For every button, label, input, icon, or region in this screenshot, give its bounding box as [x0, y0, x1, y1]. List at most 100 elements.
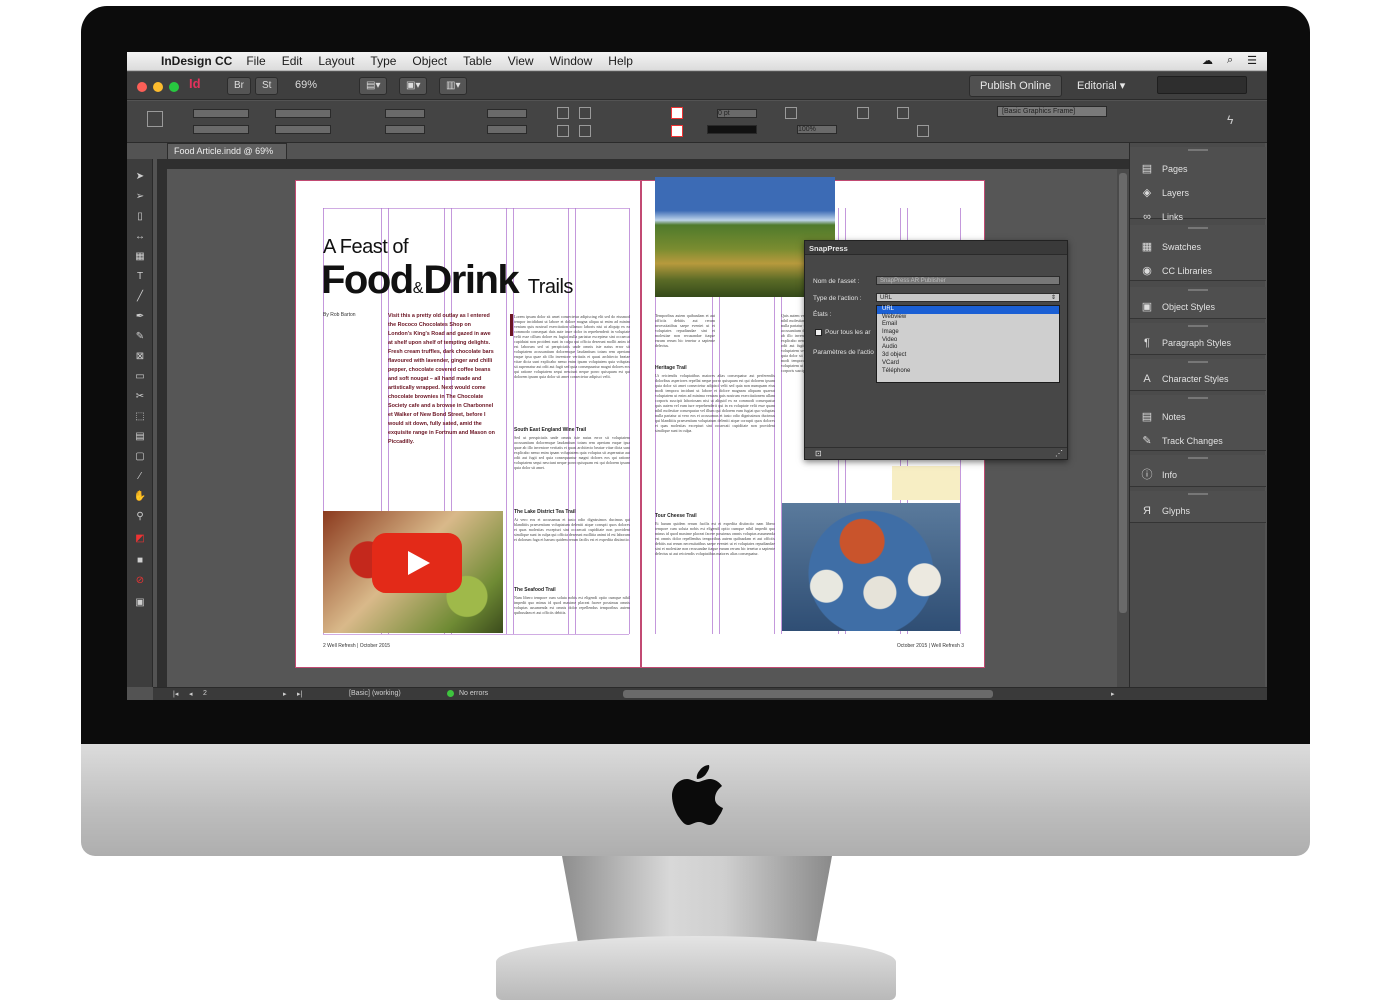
horizontal-ruler[interactable] — [167, 159, 1129, 169]
note-tool-icon[interactable]: ▢ — [133, 451, 147, 463]
panel-group-grip[interactable] — [1188, 457, 1208, 459]
body-text-column[interactable]: At vero eos et accusamus et iusto odio d… — [514, 517, 630, 583]
selection-tool-icon[interactable]: ➤ — [133, 171, 147, 183]
select-container-icon[interactable] — [557, 125, 569, 137]
panel-glyphs[interactable]: Я Glyphs — [1140, 503, 1190, 519]
panel-character-styles[interactable]: A Character Styles — [1140, 371, 1228, 387]
subhead-tea-trail[interactable]: The Lake District Tea Trail — [514, 509, 576, 515]
rotation-field[interactable] — [487, 109, 527, 118]
all-states-checkbox[interactable] — [815, 329, 822, 336]
action-type-select[interactable]: URL ⇕ — [876, 293, 1060, 302]
scroll-right-button[interactable]: ▸ — [1111, 690, 1115, 698]
left-page[interactable]: A Feast of Food&Drink Trails By Rob Bart… — [295, 180, 641, 668]
option-audio[interactable]: Audio — [877, 344, 1059, 352]
menu-edit[interactable]: Edit — [282, 54, 303, 68]
option-vcard[interactable]: VCard — [877, 360, 1059, 368]
intro-paragraph[interactable]: Visit this a pretty old outlay as I ente… — [388, 312, 496, 447]
body-text-column[interactable]: Ut reiciendis voluptatibus maiores alias… — [655, 373, 775, 513]
next-page-button[interactable]: ▸ — [283, 690, 287, 698]
menu-app-name[interactable]: InDesign CC — [161, 54, 232, 68]
asset-name-input[interactable]: SnapPress AR Publisher — [876, 276, 1060, 285]
publish-online-button[interactable]: Publish Online — [969, 75, 1062, 97]
panel-group-grip[interactable] — [1188, 289, 1208, 291]
last-page-button[interactable]: ▸| — [297, 690, 302, 698]
stock-button[interactable]: St — [255, 77, 279, 95]
panel-group-grip[interactable] — [1188, 325, 1208, 327]
text-wrap-icon[interactable] — [785, 107, 797, 119]
object-style-dropdown[interactable]: [Basic Graphics Frame] — [997, 106, 1107, 117]
panel-pages[interactable]: ▤ Pages — [1140, 161, 1188, 177]
workspace-switcher[interactable]: Editorial ▾ — [1077, 79, 1125, 92]
height-field[interactable] — [275, 125, 331, 134]
close-window-button[interactable] — [137, 82, 147, 92]
subhead-seafood-trail[interactable]: The Seafood Trail — [514, 587, 556, 593]
vertical-scrollbar[interactable] — [1117, 169, 1129, 687]
panel-cc-libraries[interactable]: ◉ CC Libraries — [1140, 263, 1212, 279]
stroke-type-field[interactable] — [707, 125, 757, 134]
reference-point-icon[interactable] — [147, 111, 163, 127]
seafood-image[interactable] — [782, 503, 960, 631]
y-position-field[interactable] — [193, 125, 249, 134]
arrange-documents-button[interactable]: ▥▾ — [439, 77, 468, 95]
stroke-weight-field[interactable]: 0 pt — [717, 109, 757, 118]
vertical-scroll-thumb[interactable] — [1119, 173, 1127, 613]
menu-table[interactable]: Table — [463, 54, 492, 68]
subhead-heritage-trail[interactable]: Heritage Trail — [655, 365, 687, 371]
body-text-column[interactable]: Nam libero tempore cum soluta nobis est … — [514, 595, 630, 635]
subhead-cheese-trail[interactable]: Tour Cheese Trail — [655, 513, 697, 519]
document-tab[interactable]: Food Article.indd @ 69% — [167, 143, 287, 159]
x-position-field[interactable] — [193, 109, 249, 118]
option-video[interactable]: Video — [877, 337, 1059, 345]
option-image[interactable]: Image — [877, 329, 1059, 337]
frame-fitting-icon[interactable] — [897, 107, 909, 119]
zoom-level[interactable]: 69% — [295, 79, 317, 91]
quick-apply-icon[interactable]: ϟ — [1227, 113, 1239, 127]
menu-window[interactable]: Window — [550, 54, 593, 68]
type-tool-icon[interactable]: T — [133, 271, 147, 283]
panel-layers[interactable]: ◈ Layers — [1140, 185, 1189, 201]
gradient-tool-icon[interactable]: ▤ — [133, 431, 147, 443]
headline-line-2[interactable]: Food&Drink Trails — [321, 258, 573, 303]
minimize-window-button[interactable] — [153, 82, 163, 92]
snappress-header[interactable]: SnapPress — [805, 241, 1067, 255]
pen-tool-icon[interactable]: ✒ — [133, 311, 147, 323]
preflight-profile[interactable]: [Basic] (working) — [349, 690, 401, 697]
stroke-none-icon[interactable] — [671, 125, 683, 137]
sidebar-note-box[interactable] — [892, 466, 960, 500]
panel-object-styles[interactable]: ▣ Object Styles — [1140, 299, 1215, 315]
scale-x-field[interactable] — [385, 109, 425, 118]
panel-track-changes[interactable]: ✎ Track Changes — [1140, 433, 1222, 449]
youtube-play-button[interactable] — [372, 533, 462, 593]
body-text-column[interactable]: Et harum quidem rerum facilis est et exp… — [655, 521, 775, 633]
fill-stroke-swatch-icon[interactable]: ◩ — [133, 533, 147, 545]
menu-type[interactable]: Type — [370, 54, 396, 68]
byline[interactable]: By Rob Barton — [323, 312, 356, 318]
apply-color-icon[interactable]: ■ — [133, 555, 147, 567]
free-transform-tool-icon[interactable]: ⬚ — [133, 411, 147, 423]
panel-links[interactable]: ∞ Links — [1140, 209, 1183, 225]
spotlight-search-icon[interactable]: ⌕ — [1227, 54, 1233, 67]
option-webview[interactable]: Webview — [877, 314, 1059, 322]
page-tool-icon[interactable]: ▯ — [133, 211, 147, 223]
line-tool-icon[interactable]: ╱ — [133, 291, 147, 303]
hand-tool-icon[interactable]: ✋ — [133, 491, 147, 503]
panel-notes[interactable]: ▤ Notes — [1140, 409, 1186, 425]
screen-mode-button[interactable]: ▣▾ — [399, 77, 428, 95]
scale-y-field[interactable] — [385, 125, 425, 134]
option-url[interactable]: URL — [877, 306, 1059, 314]
rectangle-frame-tool-icon[interactable]: ⊠ — [133, 351, 147, 363]
apply-none-icon[interactable]: ⊘ — [133, 575, 147, 587]
option-email[interactable]: Email — [877, 321, 1059, 329]
option-telephone[interactable]: Téléphone — [877, 368, 1059, 376]
bridge-button[interactable]: Br — [227, 77, 251, 95]
zoom-window-button[interactable] — [169, 82, 179, 92]
width-field[interactable] — [275, 109, 331, 118]
content-collector-icon[interactable]: ▦ — [133, 251, 147, 263]
subhead-wine-trail[interactable]: South East England Wine Trail — [514, 427, 586, 433]
select-content-icon[interactable] — [579, 125, 591, 137]
option-3d-object[interactable]: 3d object — [877, 352, 1059, 360]
screen-mode-icon[interactable]: ▣ — [133, 597, 147, 609]
resize-grip-icon[interactable]: ⋰ — [1055, 449, 1063, 458]
direct-selection-tool-icon[interactable]: ➢ — [133, 191, 147, 203]
panel-info[interactable]: ⓘ Info — [1140, 467, 1178, 483]
